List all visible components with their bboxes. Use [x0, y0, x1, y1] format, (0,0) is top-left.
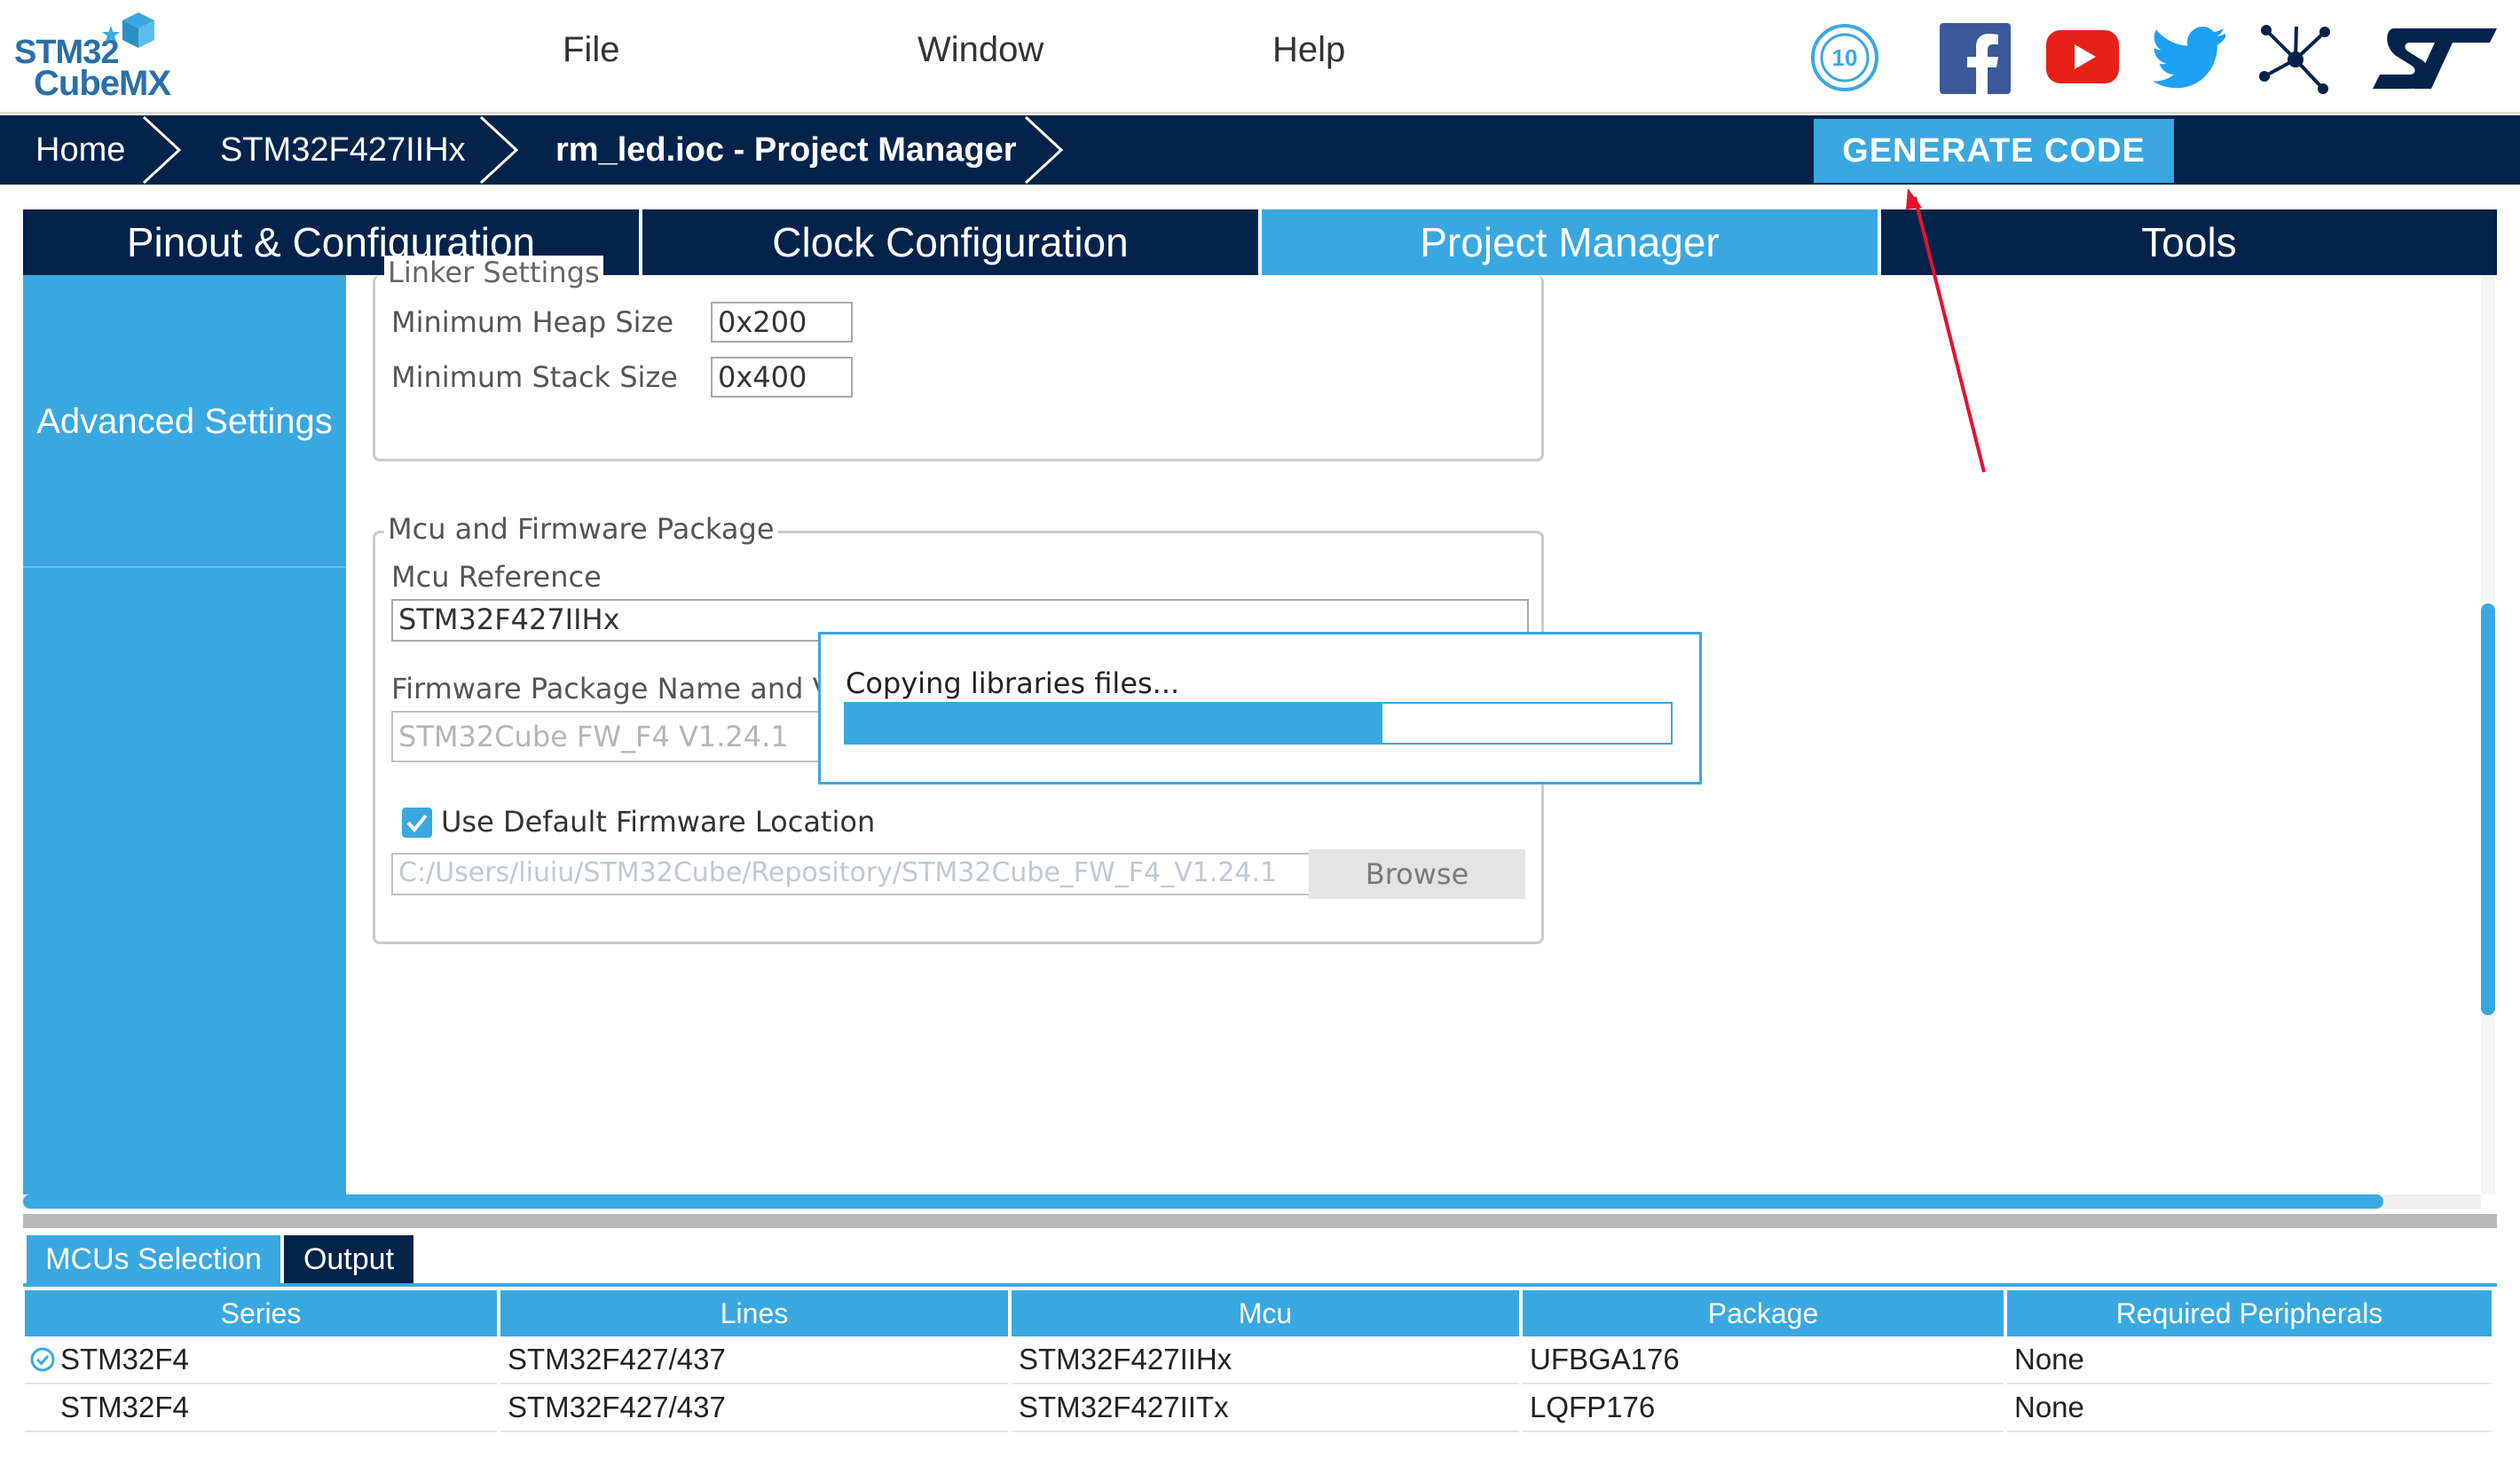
- menu-file[interactable]: File: [563, 30, 619, 70]
- table-cell-lines: STM32F427/437: [499, 1383, 1012, 1432]
- sidebar-item-advanced-settings[interactable]: Advanced Settings: [23, 275, 346, 568]
- heap-size-input[interactable]: 0x200: [711, 302, 853, 343]
- bottom-tab-underline: [23, 1283, 2497, 1287]
- facebook-icon[interactable]: [1940, 23, 2011, 94]
- table-header-row: Series Lines Mcu Package Required Periph…: [25, 1290, 2495, 1336]
- twitter-icon[interactable]: [2153, 27, 2227, 89]
- progress-dialog: Copying libraries files...: [818, 632, 1702, 784]
- youtube-icon[interactable]: [2046, 30, 2119, 83]
- anniversary-badge-icon[interactable]: 10: [1810, 23, 1879, 92]
- firmware-path-input[interactable]: C:/Users/liuiu/STM32Cube/Repository/STM3…: [391, 853, 1323, 895]
- table-cell-mcu: STM32F427IITx: [1010, 1383, 1523, 1432]
- chevron-right-icon: [1024, 115, 1064, 185]
- breadcrumb-project[interactable]: rm_led.ioc - Project Manager: [555, 115, 1017, 185]
- series-value: STM32F4: [60, 1343, 189, 1375]
- check-circle-icon: [30, 1347, 55, 1372]
- tab-mcus-selection[interactable]: MCUs Selection: [27, 1235, 280, 1283]
- column-header-lines[interactable]: Lines: [499, 1290, 1012, 1336]
- panel-splitter[interactable]: [23, 1214, 2497, 1228]
- firmware-package-input[interactable]: STM32Cube FW_F4 V1.24.1: [391, 711, 835, 762]
- chevron-right-icon: [479, 115, 519, 185]
- linker-settings-legend: Linker Settings: [384, 256, 603, 289]
- mcu-firmware-legend: Mcu and Firmware Package: [384, 512, 778, 546]
- default-location-checkbox[interactable]: [402, 808, 432, 838]
- table-row[interactable]: STM32F4 STM32F427/437 STM32F427IIHx UFBG…: [25, 1336, 2495, 1384]
- svg-text:10: 10: [1832, 44, 1858, 71]
- column-header-required-peripherals[interactable]: Required Peripherals: [2005, 1290, 2495, 1336]
- progress-bar-fill: [846, 704, 1382, 743]
- mcu-reference-label: Mcu Reference: [391, 560, 602, 594]
- column-header-series[interactable]: Series: [25, 1290, 500, 1336]
- top-header: STM32 CubeMX File Window Help 10: [0, 0, 2520, 114]
- tab-clock-configuration[interactable]: Clock Configuration: [642, 209, 1258, 275]
- column-header-package[interactable]: Package: [1521, 1290, 2007, 1336]
- left-sidebar: Advanced Settings: [23, 275, 346, 1194]
- horizontal-scrollbar-thumb[interactable]: [23, 1194, 2383, 1209]
- table-cell-series: STM32F4: [25, 1383, 500, 1432]
- stm32cubemx-logo: STM32 CubeMX: [14, 7, 192, 105]
- heap-size-label: Minimum Heap Size: [391, 305, 673, 339]
- default-location-label: Use Default Firmware Location: [441, 805, 876, 839]
- stack-size-input[interactable]: 0x400: [711, 357, 853, 398]
- table-row[interactable]: STM32F4 STM32F427/437 STM32F427IITx LQFP…: [25, 1383, 2495, 1432]
- table-cell-peripherals: None: [2005, 1383, 2495, 1432]
- menu-help[interactable]: Help: [1272, 30, 1345, 70]
- stack-size-label: Minimum Stack Size: [391, 360, 678, 394]
- table-cell-peripherals: None: [2005, 1336, 2495, 1384]
- menu-window[interactable]: Window: [917, 30, 1043, 70]
- browse-button[interactable]: Browse: [1309, 849, 1525, 899]
- progress-message: Copying libraries files...: [846, 666, 1180, 700]
- chevron-right-icon: [142, 115, 182, 185]
- star-icon: [102, 26, 120, 43]
- breadcrumb-home[interactable]: Home: [35, 115, 125, 185]
- logo-line2: CubeMX: [34, 64, 171, 103]
- breadcrumb-mcu[interactable]: STM32F427IIHx: [220, 115, 466, 185]
- progress-bar: [844, 702, 1673, 745]
- table-cell-package: UFBGA176: [1521, 1336, 2007, 1384]
- st-logo-icon[interactable]: [2371, 27, 2499, 91]
- linker-settings-group: Linker Settings Minimum Heap Size 0x200 …: [373, 256, 1544, 461]
- table-cell-series: STM32F4: [25, 1336, 500, 1384]
- table-cell-lines: STM32F427/437: [499, 1336, 1012, 1384]
- generate-code-button[interactable]: GENERATE CODE: [1814, 119, 2174, 183]
- mcus-table: Series Lines Mcu Package Required Periph…: [25, 1290, 2495, 1432]
- vertical-scrollbar-thumb[interactable]: [2481, 603, 2495, 1015]
- tab-output[interactable]: Output: [284, 1235, 413, 1283]
- annotation-arrow: [1906, 188, 1986, 473]
- cube-icon: [122, 12, 154, 48]
- tab-project-manager[interactable]: Project Manager: [1262, 209, 1878, 275]
- network-icon[interactable]: [2259, 23, 2332, 96]
- table-cell-package: LQFP176: [1521, 1383, 2007, 1432]
- table-cell-mcu: STM32F427IIHx: [1010, 1336, 1523, 1384]
- column-header-mcu[interactable]: Mcu: [1010, 1290, 1523, 1336]
